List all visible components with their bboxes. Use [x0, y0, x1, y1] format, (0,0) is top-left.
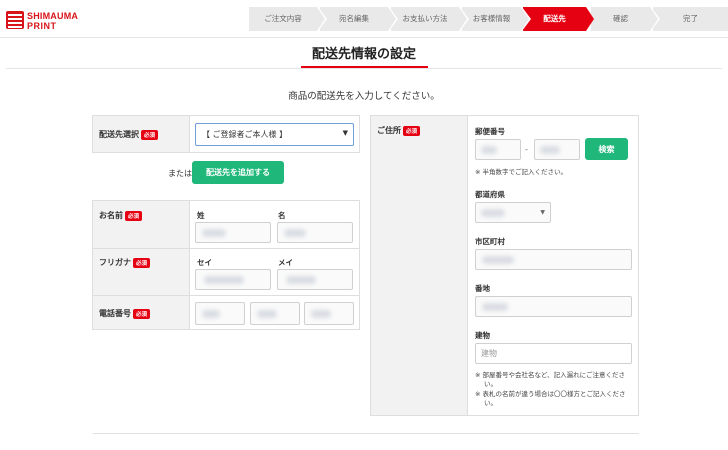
note-line: い。 — [484, 399, 497, 407]
address-label: ご住所 — [377, 126, 401, 135]
step-label: 完了 — [683, 14, 698, 23]
required-badge: 必須 — [133, 257, 151, 268]
phone-label: 電話番号 — [99, 309, 131, 318]
postal-dash: - — [525, 145, 528, 154]
step-address-edit: 宛名編集 — [320, 7, 398, 31]
title-divider — [6, 68, 722, 69]
destination-label: 配送先選択 — [99, 130, 139, 139]
step-customer-info: お客様情報 — [462, 7, 531, 31]
building-note-2: ※ 表札の名前が違う場合は〇〇様方とご記入くださ い。 — [475, 390, 635, 408]
step-payment: お支払い方法 — [391, 7, 469, 31]
postal-note: ※ 半角数字でご記入ください。 — [475, 168, 568, 176]
required-badge: 必須 — [403, 125, 421, 136]
postal-code-label: 郵便番号 — [475, 127, 505, 136]
redacted-value — [481, 146, 497, 154]
note-line: ※ 部屋番号や会社名など、記入漏れにご注意くださ — [475, 371, 626, 379]
destination-select-value: 【 ご登録者ご本人様 】 — [202, 130, 288, 139]
sei-kana-label: セイ — [197, 258, 212, 267]
note-line: い。 — [484, 380, 497, 388]
step-label: 宛名編集 — [339, 14, 369, 23]
chevron-down-icon: ▼ — [540, 209, 545, 216]
step-order-details: ご注文内容 — [249, 7, 327, 31]
phone-input-1[interactable] — [195, 302, 245, 325]
city-label: 市区町村 — [475, 237, 505, 246]
step-delivery: 配送先 — [523, 7, 594, 31]
street-input[interactable] — [475, 296, 632, 317]
mei-input[interactable] — [277, 222, 353, 243]
bottom-divider — [93, 433, 639, 434]
required-badge: 必須 — [141, 129, 159, 140]
postal-search-button[interactable]: 検索 — [585, 138, 628, 160]
redacted-value — [540, 146, 560, 154]
step-confirm: 確認 — [591, 7, 660, 31]
redacted-value — [284, 229, 306, 237]
postal-code-input-2[interactable] — [534, 139, 580, 160]
destination-select[interactable]: 【 ご登録者ご本人様 】 ▼ — [195, 123, 354, 146]
address-panel: ご住所 必須 郵便番号 - 検索 ※ 半角数字でご記入ください。 都道府県 ▼ 市… — [370, 115, 639, 416]
required-badge: 必須 — [125, 210, 143, 221]
phone-label-wrap: 電話番号 必須 — [99, 308, 151, 319]
destination-panel: 配送先選択 必須 【 ご登録者ご本人様 】 ▼ — [92, 115, 360, 153]
redacted-value — [482, 303, 508, 311]
mei-label: 名 — [278, 211, 286, 220]
prefecture-select[interactable]: ▼ — [475, 202, 551, 223]
header-divider — [0, 37, 728, 38]
name-label: お名前 — [99, 211, 123, 220]
row-divider — [93, 295, 359, 296]
mei-kana-input[interactable] — [277, 269, 353, 290]
or-text: または — [168, 169, 192, 178]
chevron-down-icon: ▼ — [342, 129, 348, 137]
step-complete: 完了 — [653, 7, 728, 31]
destination-label-cell: 配送先選択 必須 — [93, 116, 190, 152]
shimauma-logo[interactable]: SHIMAUMA PRINT — [6, 9, 96, 31]
postal-code-input-1[interactable] — [475, 139, 521, 160]
step-label: ご注文内容 — [264, 14, 302, 23]
logo-text-line1: SHIMAUMA — [27, 11, 79, 21]
redacted-value — [202, 229, 226, 237]
phone-input-2[interactable] — [250, 302, 300, 325]
row-divider — [93, 248, 359, 249]
required-badge: 必須 — [133, 308, 151, 319]
step-label: 確認 — [613, 14, 628, 23]
instruction-text: 商品の配送先を入力してください。 — [288, 91, 440, 102]
mei-kana-label: メイ — [278, 258, 293, 267]
redacted-value — [204, 276, 244, 284]
name-panel: お名前 必須 フリガナ 必須 電話番号 必須 姓 名 セイ メイ — [92, 200, 360, 330]
redacted-value — [257, 310, 277, 318]
step-label: お支払い方法 — [402, 14, 448, 23]
note-line: ※ 表札の名前が違う場合は〇〇様方とご記入くださ — [475, 390, 626, 398]
street-label: 番地 — [475, 284, 490, 293]
building-input[interactable]: 建物 — [475, 343, 632, 364]
checkout-steps: ご注文内容 宛名編集 お支払い方法 お客様情報 配送先 確認 完了 — [249, 7, 728, 31]
sei-label: 姓 — [197, 211, 205, 220]
page-title: 配送先情報の設定 — [311, 47, 416, 62]
kana-label-wrap: フリガナ 必須 — [99, 257, 151, 268]
add-destination-button[interactable]: 配送先を追加する — [192, 161, 284, 184]
zebra-logo-icon — [6, 11, 24, 29]
building-placeholder: 建物 — [481, 349, 497, 358]
phone-input-3[interactable] — [304, 302, 354, 325]
redacted-value — [481, 209, 505, 217]
redacted-value — [286, 276, 316, 284]
kana-label: フリガナ — [99, 258, 131, 267]
city-input[interactable] — [475, 249, 632, 270]
prefecture-label: 都道府県 — [475, 190, 505, 199]
sei-kana-input[interactable] — [195, 269, 271, 290]
address-label-wrap: ご住所 必須 — [377, 125, 421, 136]
redacted-value — [202, 310, 220, 318]
name-label-wrap: お名前 必須 — [99, 210, 143, 221]
redacted-value — [482, 256, 514, 264]
building-label: 建物 — [475, 331, 490, 340]
building-note-1: ※ 部屋番号や会社名など、記入漏れにご注意くださ い。 — [475, 371, 635, 389]
sei-input[interactable] — [195, 222, 271, 243]
step-label: お客様情報 — [472, 14, 511, 23]
logo-text-line2: PRINT — [27, 21, 57, 31]
address-label-column — [371, 116, 468, 415]
redacted-value — [311, 310, 331, 318]
step-label: 配送先 — [543, 14, 566, 23]
